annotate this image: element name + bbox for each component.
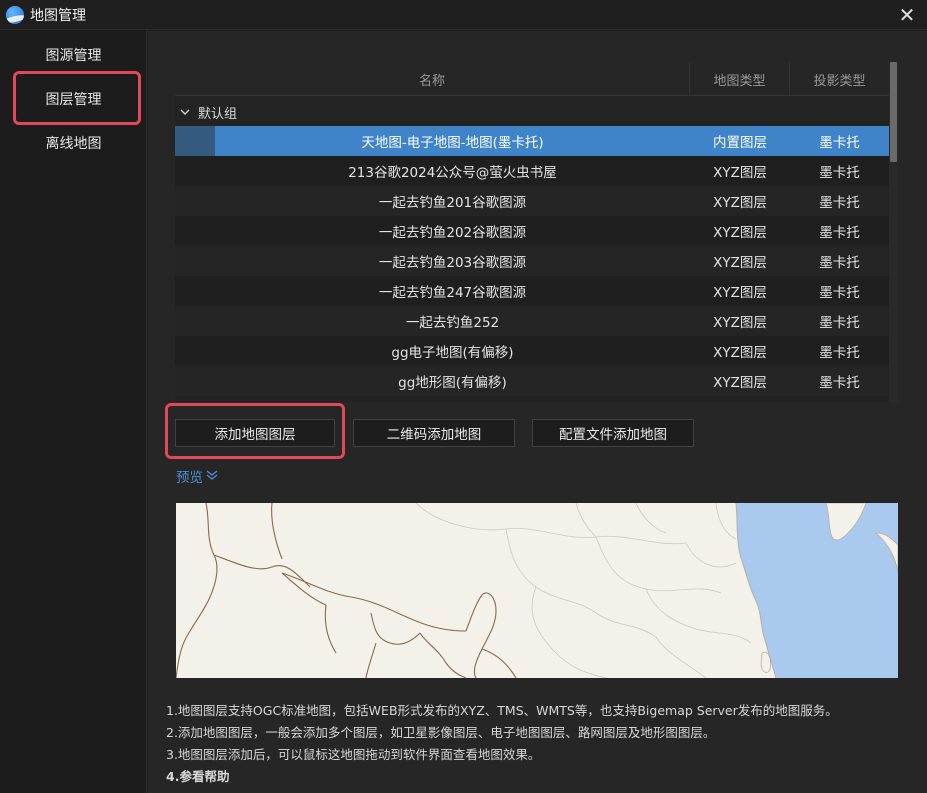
window-title: 地图管理 [30,7,86,24]
double-chevron-down-icon [206,469,218,483]
row-indicator [175,306,215,336]
config-file-add-map-button[interactable]: 配置文件添加地图 [532,419,694,447]
note-line-2: 2.添加地图图层，一般会添加多个图层，如卫星影像图层、电子地图图层、路网图层及地… [166,725,716,740]
group-row-default[interactable]: 默认组 [175,98,889,126]
map-preview[interactable] [176,503,898,678]
cell-map-type: 内置图层 [713,135,767,151]
table-row[interactable]: 213谷歌2024公众号@萤火虫书屋 XYZ图层 墨卡托 [175,156,889,186]
cell-map-type: XYZ图层 [713,345,767,361]
cell-map-type: XYZ图层 [713,225,767,241]
cell-name: 213谷歌2024公众号@萤火虫书屋 [348,165,557,181]
cell-map-type: XYZ图层 [713,285,767,301]
note-line-3: 3.地图图层添加后，可以鼠标这地图拖动到软件界面查看地图效果。 [166,747,541,762]
cell-projection: 墨卡托 [819,225,860,241]
preview-label: 预览 [176,470,203,486]
map-preview-image [176,503,898,678]
table-row[interactable]: 天地图-电子地图-地图(墨卡托) 内置图层 墨卡托 [175,126,889,156]
row-indicator [175,246,215,276]
cell-map-type: XYZ图层 [713,195,767,211]
row-indicator [175,156,215,186]
table-row[interactable]: 一起去钓鱼202谷歌图源 XYZ图层 墨卡托 [175,216,889,246]
sidebar-item-label: 图源管理 [45,48,102,64]
cell-projection: 墨卡托 [819,195,860,211]
table-body: 天地图-电子地图-地图(墨卡托) 内置图层 墨卡托 213谷歌2024公众号@萤… [175,126,889,396]
sidebar-item-layer-management[interactable]: 图层管理 [0,77,147,121]
cell-projection: 墨卡托 [819,375,860,391]
table-row[interactable]: 一起去钓鱼201谷歌图源 XYZ图层 墨卡托 [175,186,889,216]
close-button[interactable]: ✕ [887,0,927,30]
cell-name: gg电子地图(有偏移) [391,345,514,361]
sidebar-item-label: 离线地图 [45,136,102,152]
row-indicator [175,126,215,156]
cell-name: 一起去钓鱼201谷歌图源 [378,195,527,211]
scrollbar-thumb[interactable] [890,62,897,162]
note-line-1: 1.地图图层支持OGC标准地图，包括WEB形式发布的XYZ、TMS、WMTS等，… [166,703,838,718]
table-row[interactable]: 一起去钓鱼247谷歌图源 XYZ图层 墨卡托 [175,276,889,306]
column-header-map-type[interactable]: 地图类型 [690,62,790,96]
column-header-name[interactable]: 名称 [175,62,690,96]
layer-table: 名称 地图类型 投影类型 默认组 天地图-电子地图-地图(墨卡托) 内置图层 墨… [175,62,898,402]
cell-name: 一起去钓鱼203谷歌图源 [378,255,527,271]
cell-name: 一起去钓鱼247谷歌图源 [378,285,527,301]
cell-map-type: XYZ图层 [713,165,767,181]
sidebar-item-source-management[interactable]: 图源管理 [0,33,147,77]
row-indicator [175,336,215,366]
cell-map-type: XYZ图层 [713,255,767,271]
table-row[interactable]: gg地形图(有偏移) XYZ图层 墨卡托 [175,366,889,396]
add-map-layer-button[interactable]: 添加地图图层 [175,419,335,447]
table-scrollbar[interactable] [889,62,898,402]
column-header-projection[interactable]: 投影类型 [790,62,889,96]
table-row[interactable]: 一起去钓鱼252 XYZ图层 墨卡托 [175,306,889,336]
row-indicator [175,366,215,396]
group-label: 默认组 [198,106,238,122]
help-notes: 1.地图图层支持OGC标准地图，包括WEB形式发布的XYZ、TMS、WMTS等，… [166,700,906,788]
cell-projection: 墨卡托 [819,285,860,301]
chevron-down-icon[interactable] [180,106,190,119]
cell-name: 一起去钓鱼202谷歌图源 [378,225,527,241]
preview-toggle[interactable]: 预览 [176,466,218,486]
table-row[interactable]: 一起去钓鱼203谷歌图源 XYZ图层 墨卡托 [175,246,889,276]
close-icon: ✕ [898,3,916,27]
app-globe-icon [6,5,24,24]
cell-projection: 墨卡托 [819,135,860,151]
title-bar: 地图管理 ✕ [0,0,927,30]
cell-name: 一起去钓鱼252 [405,315,500,331]
cell-projection: 墨卡托 [819,315,860,331]
cell-projection: 墨卡托 [819,345,860,361]
cell-map-type: XYZ图层 [713,375,767,391]
row-indicator [175,186,215,216]
row-indicator [175,216,215,246]
sidebar: 图源管理 图层管理 离线地图 [0,30,147,793]
cell-projection: 墨卡托 [819,255,860,271]
help-link[interactable]: 4.参看帮助 [166,766,906,788]
table-row[interactable]: gg电子地图(有偏移) XYZ图层 墨卡托 [175,336,889,366]
sidebar-item-label: 图层管理 [45,92,102,108]
cell-map-type: XYZ图层 [713,315,767,331]
row-indicator [175,276,215,306]
cell-name: 天地图-电子地图-地图(墨卡托) [361,135,544,151]
qr-add-map-button[interactable]: 二维码添加地图 [353,419,515,447]
table-header: 名称 地图类型 投影类型 [175,62,889,96]
cell-projection: 墨卡托 [819,165,860,181]
sidebar-item-offline-map[interactable]: 离线地图 [0,121,147,165]
cell-name: gg地形图(有偏移) [398,375,507,391]
